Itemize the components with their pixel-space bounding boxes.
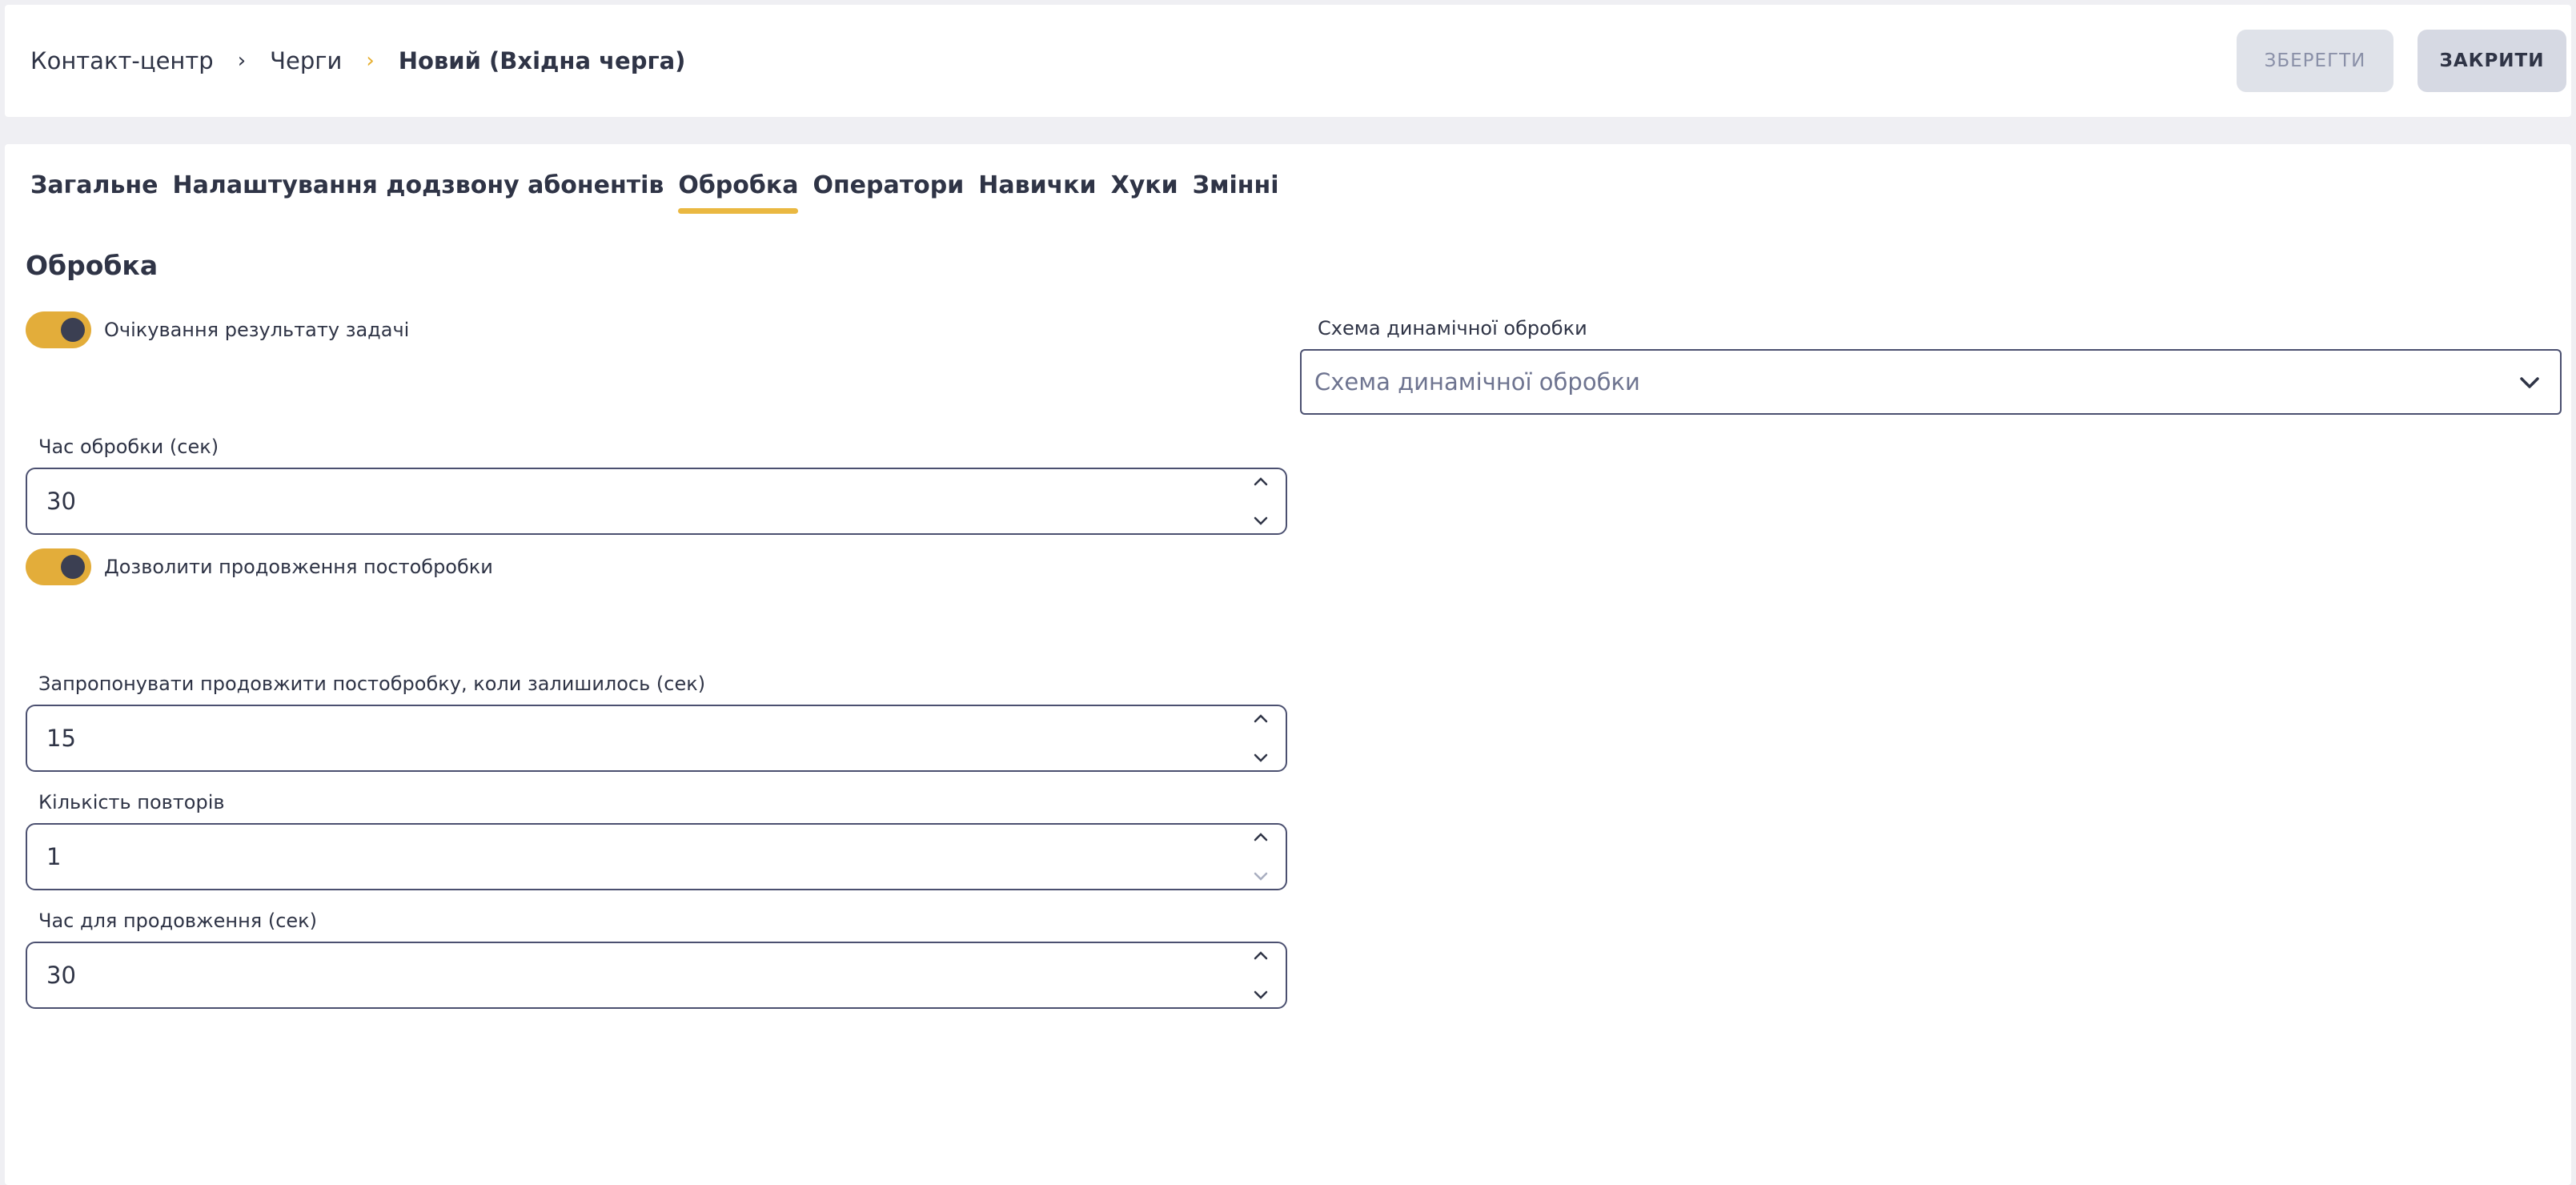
allow-extend-row: Дозволити продовження постобробки	[26, 548, 493, 585]
section-title: Обробка	[26, 250, 158, 281]
processing-time-input[interactable]: 30	[26, 468, 1287, 535]
tab-dial-settings[interactable]: Налаштування додзвону абонентів	[173, 171, 664, 214]
allow-extend-toggle[interactable]	[26, 548, 91, 585]
number-stepper	[1250, 950, 1271, 1001]
chevron-down-icon[interactable]	[1252, 990, 1270, 1001]
dynamic-schema-label: Схема динамічної обробки	[1318, 317, 1587, 339]
repeat-count-input[interactable]: 1	[26, 823, 1287, 890]
extend-time-input[interactable]: 30	[26, 942, 1287, 1009]
extend-time-value: 30	[46, 962, 76, 989]
repeat-count-label: Кількість повторів	[38, 791, 225, 813]
breadcrumb-separator-icon: ›	[366, 49, 375, 73]
processing-time-value: 30	[46, 488, 76, 515]
number-stepper	[1250, 476, 1271, 527]
tab-general[interactable]: Загальне	[30, 171, 158, 214]
wait-task-result-row: Очікування результату задачі	[26, 311, 409, 348]
chevron-up-icon[interactable]	[1252, 476, 1270, 487]
chevron-down-icon[interactable]	[1252, 871, 1270, 882]
tab-variables[interactable]: Змінні	[1193, 171, 1279, 214]
offer-extend-value: 15	[46, 725, 76, 752]
save-button[interactable]: ЗБЕРЕГТИ	[2237, 30, 2393, 92]
tab-operators[interactable]: Оператори	[813, 171, 964, 214]
number-stepper	[1250, 831, 1271, 882]
page-header: Контакт-центр › Черги › Новий (Вхідна че…	[5, 5, 2571, 117]
tab-bar: Загальне Налаштування додзвону абонентів…	[30, 171, 1279, 214]
chevron-up-icon[interactable]	[1252, 713, 1270, 724]
dynamic-schema-select[interactable]: Схема динамічної обробки	[1300, 349, 2562, 415]
toggle-knob	[61, 555, 85, 579]
wait-task-result-toggle[interactable]	[26, 311, 91, 348]
processing-time-label: Час обробки (сек)	[38, 436, 219, 458]
allow-extend-label: Дозволити продовження постобробки	[104, 556, 493, 578]
number-stepper	[1250, 713, 1271, 764]
toggle-knob	[61, 318, 85, 342]
tab-processing[interactable]: Обробка	[678, 171, 799, 214]
extend-time-label: Час для продовження (сек)	[38, 910, 318, 932]
content-panel: Загальне Налаштування додзвону абонентів…	[5, 144, 2571, 1185]
chevron-up-icon[interactable]	[1252, 950, 1270, 961]
dynamic-schema-placeholder: Схема динамічної обробки	[1314, 368, 1640, 396]
breadcrumb-contact-center[interactable]: Контакт-центр	[30, 47, 214, 74]
chevron-down-icon[interactable]	[1252, 516, 1270, 527]
tab-hooks[interactable]: Хуки	[1111, 171, 1178, 214]
tab-skills[interactable]: Навички	[978, 171, 1096, 214]
breadcrumb-current: Новий (Вхідна черга)	[398, 47, 686, 74]
breadcrumb: Контакт-центр › Черги › Новий (Вхідна че…	[30, 5, 685, 117]
breadcrumb-separator-icon: ›	[237, 49, 247, 73]
chevron-down-icon[interactable]	[1252, 753, 1270, 764]
offer-extend-label: Запропонувати продовжити постобробку, ко…	[38, 673, 706, 695]
close-button[interactable]: ЗАКРИТИ	[2418, 30, 2566, 92]
wait-task-result-label: Очікування результату задачі	[104, 319, 410, 341]
repeat-count-value: 1	[46, 843, 62, 870]
breadcrumb-queues[interactable]: Черги	[270, 47, 342, 74]
chevron-down-icon	[2520, 377, 2539, 388]
chevron-up-icon[interactable]	[1252, 831, 1270, 842]
offer-extend-input[interactable]: 15	[26, 705, 1287, 772]
